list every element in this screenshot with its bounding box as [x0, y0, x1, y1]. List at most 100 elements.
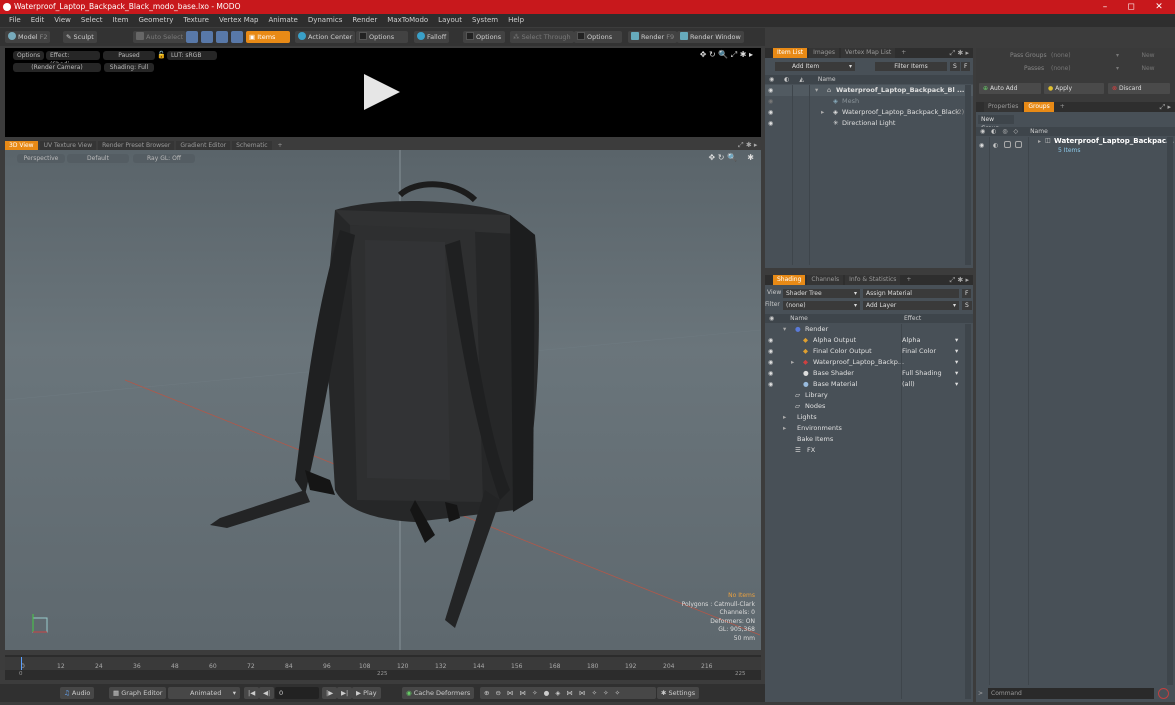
visibility-eye-icon[interactable]: ◉: [768, 335, 773, 346]
apply-button[interactable]: ● Apply: [1044, 83, 1104, 94]
preview-effect-dropdown[interactable]: Effect: (Shadi...: [46, 51, 100, 68]
shader-effect[interactable]: Alpha: [902, 335, 920, 346]
lock-icon[interactable]: 🔓: [157, 51, 166, 59]
visibility-eye-icon[interactable]: ◉: [768, 368, 773, 379]
preview-paused-button[interactable]: Paused: [103, 51, 155, 60]
animated-dropdown[interactable]: Animated ▾: [168, 687, 240, 699]
menu-file[interactable]: File: [4, 14, 26, 27]
panel-menu-icons[interactable]: ⤢ ▸: [1160, 103, 1171, 112]
shader-effect[interactable]: (all): [902, 379, 915, 390]
shader-row-lights[interactable]: ▸ Lights: [765, 412, 973, 423]
vertex-select-icon[interactable]: [186, 31, 198, 43]
tab-channels[interactable]: Channels: [807, 275, 844, 285]
visibility-eye-icon[interactable]: ◉: [768, 85, 773, 96]
settings-button[interactable]: ✱ Settings: [657, 687, 700, 699]
view-dropdown[interactable]: Shader Tree ▾: [783, 289, 860, 298]
visibility-eye-icon[interactable]: ◉: [768, 379, 773, 390]
panel-menu-icons[interactable]: ⤢ ✱ ▸: [950, 49, 969, 58]
select-through-button[interactable]: ⁂ Select Through: [510, 31, 574, 43]
shader-row-base-material[interactable]: ◉ ● Base Material (all) ▾: [765, 379, 973, 390]
expand-arrow-icon[interactable]: ▸: [783, 423, 786, 434]
preview-options-button[interactable]: Options: [13, 51, 45, 60]
visibility-eye-icon[interactable]: ◉: [768, 96, 773, 107]
tab-info-statistics[interactable]: Info & Statistics: [845, 275, 901, 285]
add-item-dropdown[interactable]: Add Item ▾: [775, 62, 855, 71]
viewport-expand-icon[interactable]: ⤢ ✱ ▸: [738, 141, 757, 150]
render-window-button[interactable]: Render Window: [677, 31, 744, 43]
menu-animate[interactable]: Animate: [263, 14, 302, 27]
restore-button[interactable]: ◻: [1118, 0, 1144, 14]
play-button[interactable]: ▶ Play: [352, 687, 381, 699]
auto-add-button[interactable]: ⊕ Auto Add: [979, 83, 1041, 94]
s-button[interactable]: S: [962, 301, 972, 310]
command-history-icon[interactable]: [1158, 688, 1169, 699]
item-row-backpack[interactable]: ◉ ▸ ◈ Waterproof_Laptop_Backpack_Black (…: [765, 107, 973, 118]
add-tab-button[interactable]: +: [902, 275, 915, 285]
shader-row-nodes[interactable]: ▱ Nodes: [765, 401, 973, 412]
tab-item-list[interactable]: Item List: [773, 48, 808, 58]
menu-view[interactable]: View: [49, 14, 76, 27]
key-tools-icons[interactable]: ⊕ ⊖ ⋈ ⋈ ✧ ● ◈ ⋈ ⋈ ✧ ✧ ✧: [480, 687, 656, 699]
prev-frame-button[interactable]: ◀|: [259, 687, 275, 699]
shader-effect[interactable]: Full Shading: [902, 368, 942, 379]
3d-viewport[interactable]: Perspective Default Ray GL: Off ✥ ↻ 🔍 ✱ …: [5, 150, 761, 650]
expand-arrow-icon[interactable]: ▾: [783, 324, 786, 335]
render-button[interactable]: Render F9: [628, 31, 678, 43]
audio-button[interactable]: ♫ Audio: [60, 687, 95, 699]
tab-shading[interactable]: Shading: [773, 275, 806, 285]
tab-vertex-map-list[interactable]: Vertex Map List: [840, 48, 896, 58]
add-tab-button[interactable]: +: [897, 48, 910, 58]
model-mode-button[interactable]: Model F2: [5, 31, 51, 43]
visibility-eye-icon[interactable]: ◉: [768, 346, 773, 357]
discard-button[interactable]: ⊗ Discard: [1108, 83, 1170, 94]
chevron-down-icon[interactable]: ▾: [955, 346, 958, 357]
next-key-button[interactable]: ▶|: [337, 687, 353, 699]
sculpt-mode-button[interactable]: ✎ Sculpt: [63, 31, 97, 43]
preview-lut-dropdown[interactable]: LUT: sRGB: [167, 51, 217, 60]
new-group-button[interactable]: New Group: [978, 115, 1014, 132]
material-select-icon[interactable]: [231, 31, 243, 43]
cache-deformers-button[interactable]: ◉ Cache Deformers: [402, 687, 475, 699]
new-pass-group-button[interactable]: New: [1126, 51, 1170, 60]
minimize-button[interactable]: –: [1092, 0, 1118, 14]
expand-arrow-icon[interactable]: ▾: [815, 85, 818, 96]
group-row[interactable]: ◉ ◐ ▸ ◫ Waterproof_Laptop_Backpac... 5 I…: [976, 137, 1175, 157]
expand-arrow-icon[interactable]: ▸: [1038, 138, 1041, 145]
panel-menu-icons[interactable]: ⤢ ✱ ▸: [950, 276, 969, 285]
action-center-options-button[interactable]: Options: [356, 31, 408, 43]
passes-dropdown[interactable]: (none) ▾: [1048, 64, 1122, 73]
expand-arrow-icon[interactable]: ▸: [791, 357, 794, 368]
menu-select[interactable]: Select: [76, 14, 108, 27]
shader-row-alpha[interactable]: ◉ ◆ Alpha Output Alpha ▾: [765, 335, 973, 346]
menu-dynamics[interactable]: Dynamics: [303, 14, 348, 27]
render-toggle-icon[interactable]: ◐: [993, 142, 998, 149]
scrollbar[interactable]: [1167, 137, 1173, 685]
play-icon[interactable]: [362, 72, 402, 112]
falloff-button[interactable]: Falloff: [414, 31, 450, 43]
shader-row-fx[interactable]: ☰ FX: [765, 445, 973, 456]
tab-properties[interactable]: Properties: [984, 102, 1023, 112]
polygon-select-icon[interactable]: [216, 31, 228, 43]
chevron-down-icon[interactable]: ▾: [955, 357, 958, 368]
filter-s-button[interactable]: S: [950, 62, 960, 71]
filter-items-field[interactable]: Filter Items: [875, 62, 947, 71]
expand-arrow-icon[interactable]: ▸: [821, 107, 824, 118]
pass-groups-dropdown[interactable]: (none) ▾: [1048, 51, 1122, 60]
items-mode-button[interactable]: ▣ Items: [246, 31, 290, 43]
select-options-button[interactable]: Options: [574, 31, 622, 43]
new-pass-button[interactable]: New: [1126, 64, 1170, 73]
chevron-down-icon[interactable]: ▾: [955, 379, 958, 390]
tab-images[interactable]: Images: [809, 48, 839, 58]
preview-camera-dropdown[interactable]: (Render Camera): [13, 63, 101, 72]
add-layer-dropdown[interactable]: Add Layer ▾: [863, 301, 959, 310]
close-button[interactable]: ✕: [1146, 0, 1172, 14]
prev-key-button[interactable]: |◀: [244, 687, 260, 699]
menu-item[interactable]: Item: [108, 14, 134, 27]
filter-f-button[interactable]: F: [961, 62, 971, 71]
auto-select-button[interactable]: Auto Select: [133, 31, 187, 43]
graph-editor-button[interactable]: ▦ Graph Editor: [109, 687, 167, 699]
falloff-options-button[interactable]: Options: [463, 31, 505, 43]
shader-row-bake-items[interactable]: Bake Items: [765, 434, 973, 445]
shader-row-final-color[interactable]: ◉ ◆ Final Color Output Final Color ▾: [765, 346, 973, 357]
preview-shading-dropdown[interactable]: Shading: Full: [104, 63, 154, 72]
